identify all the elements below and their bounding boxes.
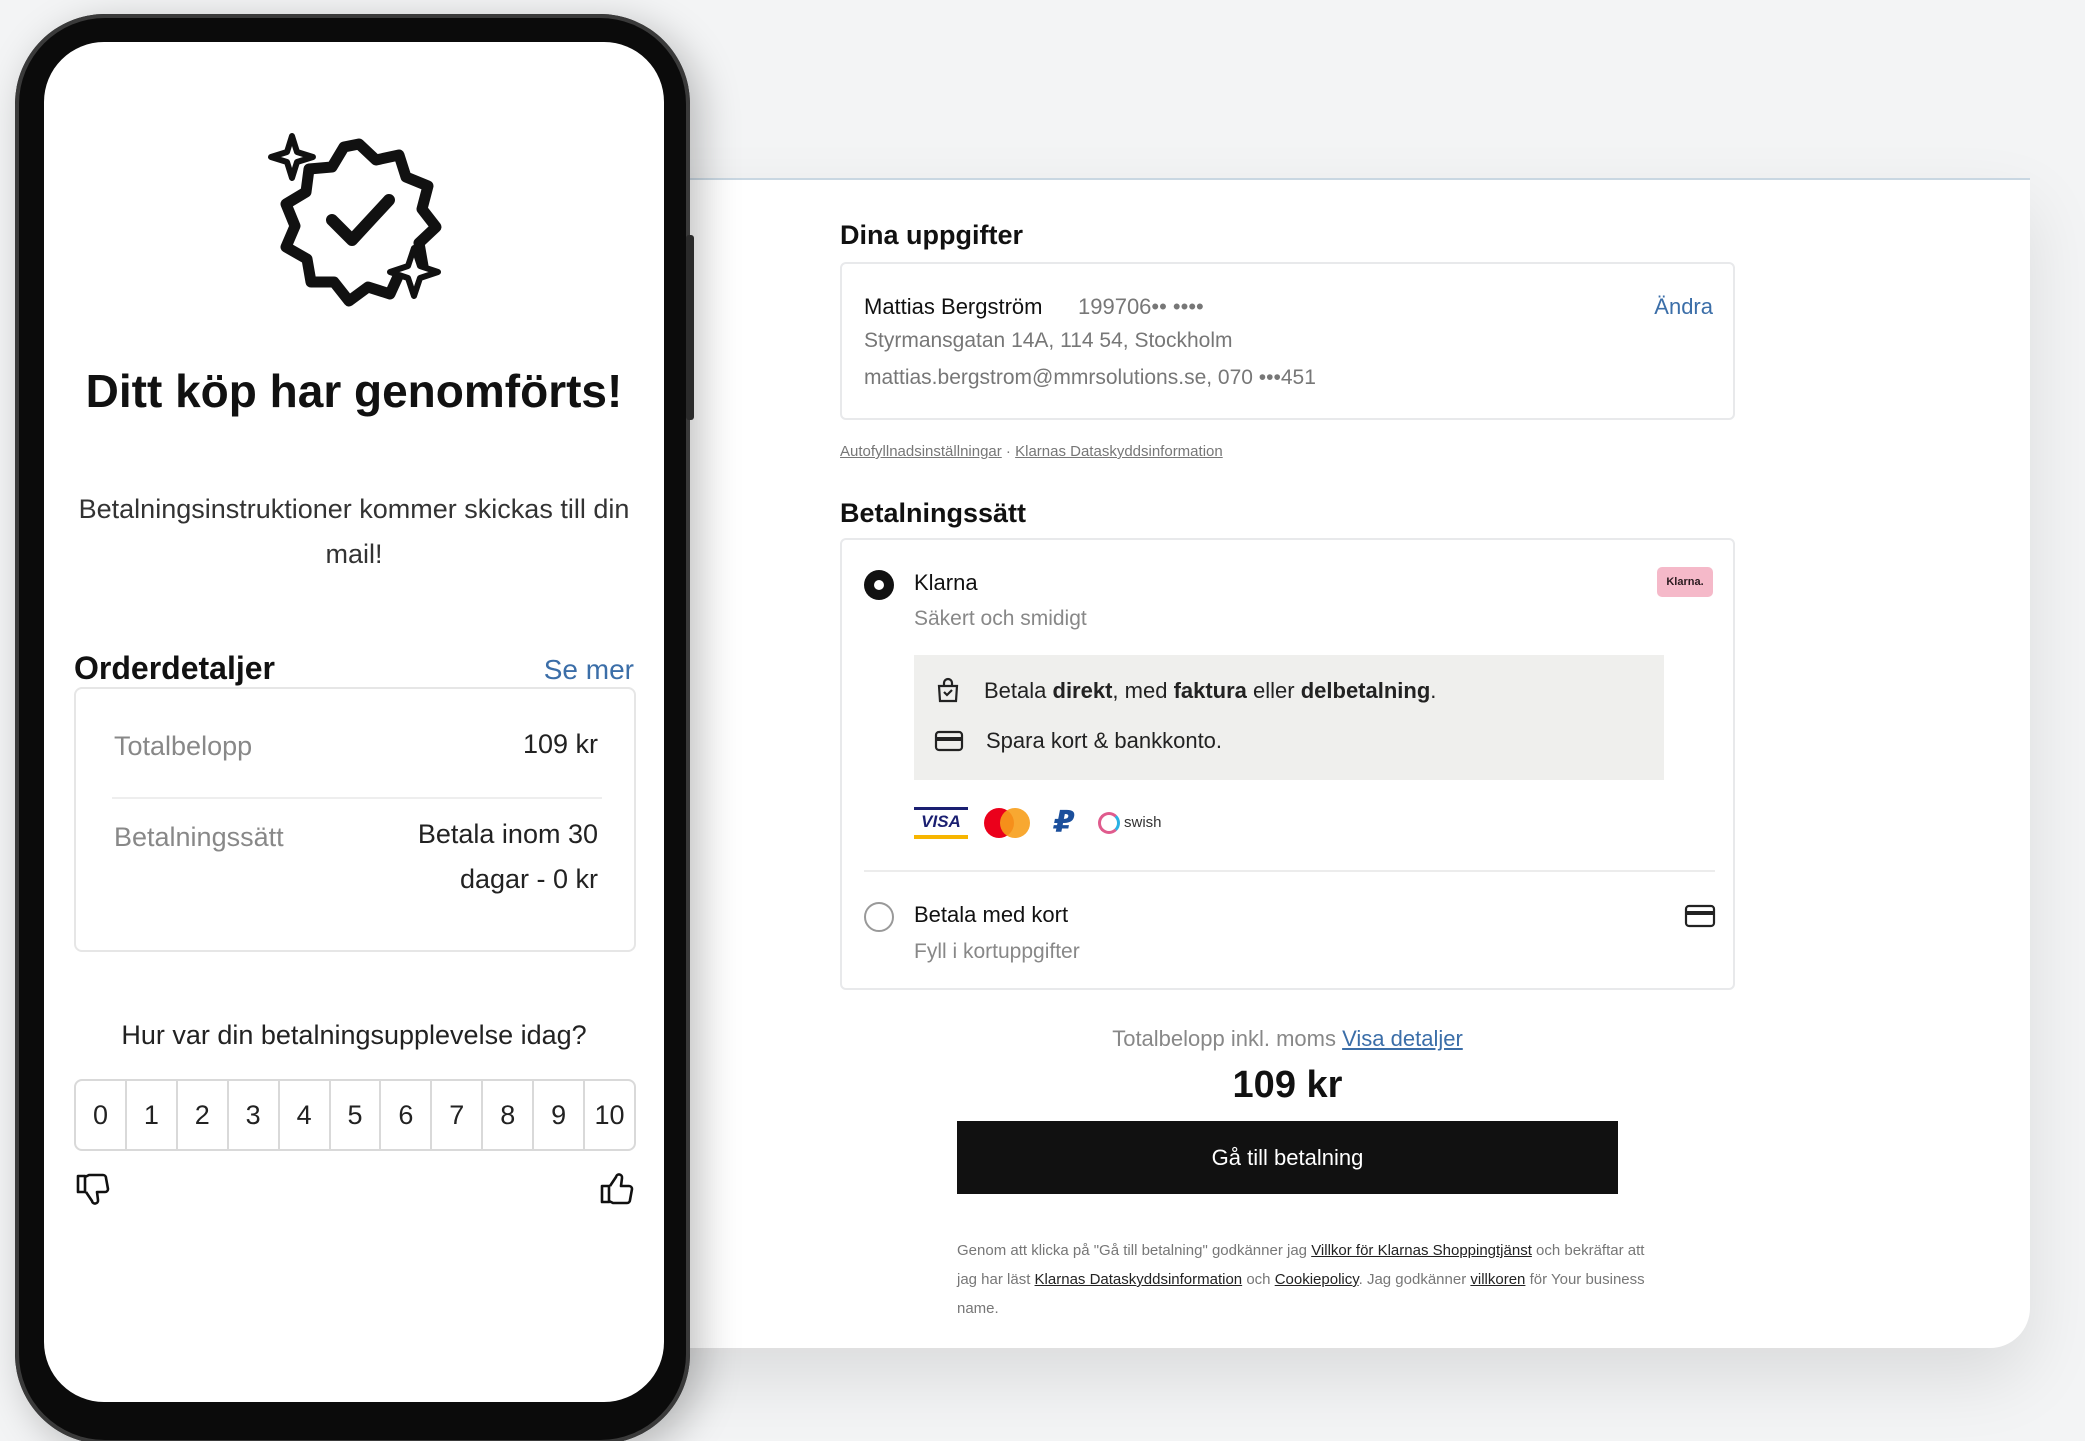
customer-contact: mattias.bergstrom@mmrsolutions.se, 070 •… — [864, 366, 1316, 389]
purchase-complete-title: Ditt köp har genomförts! — [85, 365, 623, 417]
nps-option-2[interactable]: 2 — [178, 1081, 229, 1149]
card-option-title[interactable]: Betala med kort — [914, 902, 1068, 928]
nps-option-1[interactable]: 1 — [127, 1081, 178, 1149]
experience-question: Hur var din betalningsupplevelse idag? — [121, 1020, 587, 1050]
swish-logo: swish — [1098, 811, 1162, 834]
see-more-link[interactable]: Se mer — [544, 654, 634, 686]
klarna-option-title[interactable]: Klarna — [914, 570, 978, 596]
legal-text: Genom att klicka på "Gå till betalning" … — [957, 1242, 1645, 1317]
bankid-logo: ₽ — [1053, 806, 1075, 839]
details-title: Dina uppgifter — [840, 220, 1023, 250]
nps-option-4[interactable]: 4 — [280, 1081, 331, 1149]
nps-option-0[interactable]: 0 — [76, 1081, 127, 1149]
card-icon — [934, 730, 964, 752]
nps-option-10[interactable]: 10 — [585, 1081, 634, 1149]
total-amount: 109 kr — [1232, 1064, 1343, 1106]
autofill-settings-link[interactable]: Autofyllnadsinställningar — [840, 443, 1002, 460]
verified-badge-icon — [268, 133, 442, 307]
nps-option-5[interactable]: 5 — [331, 1081, 382, 1149]
link-separator: · — [1001, 443, 1016, 460]
nps-option-8[interactable]: 8 — [483, 1081, 535, 1149]
feature-row-save: Spara kort & bankkonto. — [934, 728, 1222, 754]
klarna-option-subtitle: Säkert och smidigt — [914, 607, 1087, 630]
nps-option-6[interactable]: 6 — [381, 1081, 433, 1149]
purchase-complete-subtitle: Betalningsinstruktioner kommer skickas t… — [78, 494, 630, 569]
order-details-divider — [112, 797, 602, 799]
cookie-policy-link[interactable]: Cookiepolicy — [1275, 1271, 1359, 1288]
nps-scale: 0 1 2 3 4 5 6 7 8 9 10 — [74, 1079, 636, 1151]
thumbs-down-icon — [76, 1173, 110, 1205]
feature-pay-text: Betala direkt, med faktura eller delbeta… — [984, 678, 1437, 703]
visa-logo: VISA — [914, 806, 968, 839]
klarna-radio[interactable] — [864, 570, 894, 600]
customer-name: Mattias Bergström — [864, 294, 1043, 319]
thumbs-up-icon — [600, 1173, 634, 1205]
payment-method-label: Betalningssätt — [114, 822, 284, 852]
nps-option-7[interactable]: 7 — [432, 1081, 484, 1149]
show-details-link[interactable]: Visa detaljer — [1342, 1026, 1463, 1051]
phone-screen: Ditt köp har genomförts! Betalningsinstr… — [44, 42, 664, 1402]
total-amount-value: 109 kr — [522, 729, 598, 759]
order-details-box: Totalbelopp 109 kr Betalningssätt Betala… — [74, 687, 636, 952]
change-details-link[interactable]: Ändra — [1654, 294, 1713, 320]
payment-options-box: Klarna Säkert och smidigt Klarna. Betala… — [840, 538, 1735, 990]
klarna-logo: Klarna. — [1657, 567, 1713, 597]
total-amount-label: Totalbelopp — [114, 731, 253, 761]
swish-icon — [1098, 811, 1120, 834]
small-links: Autofyllnadsinställningar · Klarnas Data… — [840, 443, 1223, 460]
privacy-link[interactable]: Klarnas Dataskyddsinformation — [1035, 1271, 1243, 1288]
privacy-info-link[interactable]: Klarnas Dataskyddsinformation — [1015, 443, 1223, 460]
go-to-payment-button[interactable]: Gå till betalning — [957, 1121, 1618, 1194]
customer-info-box: Mattias Bergström 199706•• •••• Styrmans… — [840, 262, 1735, 420]
payment-method-title: Betalningssätt — [840, 498, 1027, 528]
customer-address: Styrmansgatan 14A, 114 54, Stockholm — [864, 329, 1233, 352]
klarna-features-panel: Betala direkt, med faktura eller delbeta… — [914, 655, 1664, 780]
order-details-title: Orderdetaljer — [74, 650, 275, 686]
phone-side-button — [686, 235, 694, 420]
card-radio[interactable] — [864, 902, 894, 932]
conditions-link[interactable]: villkoren — [1470, 1271, 1525, 1288]
card-option-subtitle: Fyll i kortuppgifter — [914, 940, 1080, 963]
header-divider — [680, 178, 2030, 180]
payment-method-value: Betala inom 30 dagar - 0 kr — [417, 819, 598, 894]
customer-personal-number: 199706•• •••• — [1078, 294, 1204, 319]
mastercard-logo — [984, 807, 1030, 838]
terms-link[interactable]: Villkor för Klarnas Shoppingtjänst — [1311, 1242, 1532, 1259]
credit-card-icon — [1684, 904, 1716, 928]
payment-logos: VISA ₽ swish — [914, 805, 1162, 840]
feature-row-pay: Betala direkt, med faktura eller delbeta… — [934, 677, 1436, 705]
total-label: Totalbelopp inkl. moms Visa detaljer — [1112, 1026, 1463, 1051]
nps-option-9[interactable]: 9 — [534, 1081, 586, 1149]
shopping-bag-icon — [937, 677, 959, 703]
nps-option-3[interactable]: 3 — [229, 1081, 280, 1149]
options-divider — [864, 870, 1715, 872]
feature-save-text: Spara kort & bankkonto. — [986, 728, 1223, 753]
